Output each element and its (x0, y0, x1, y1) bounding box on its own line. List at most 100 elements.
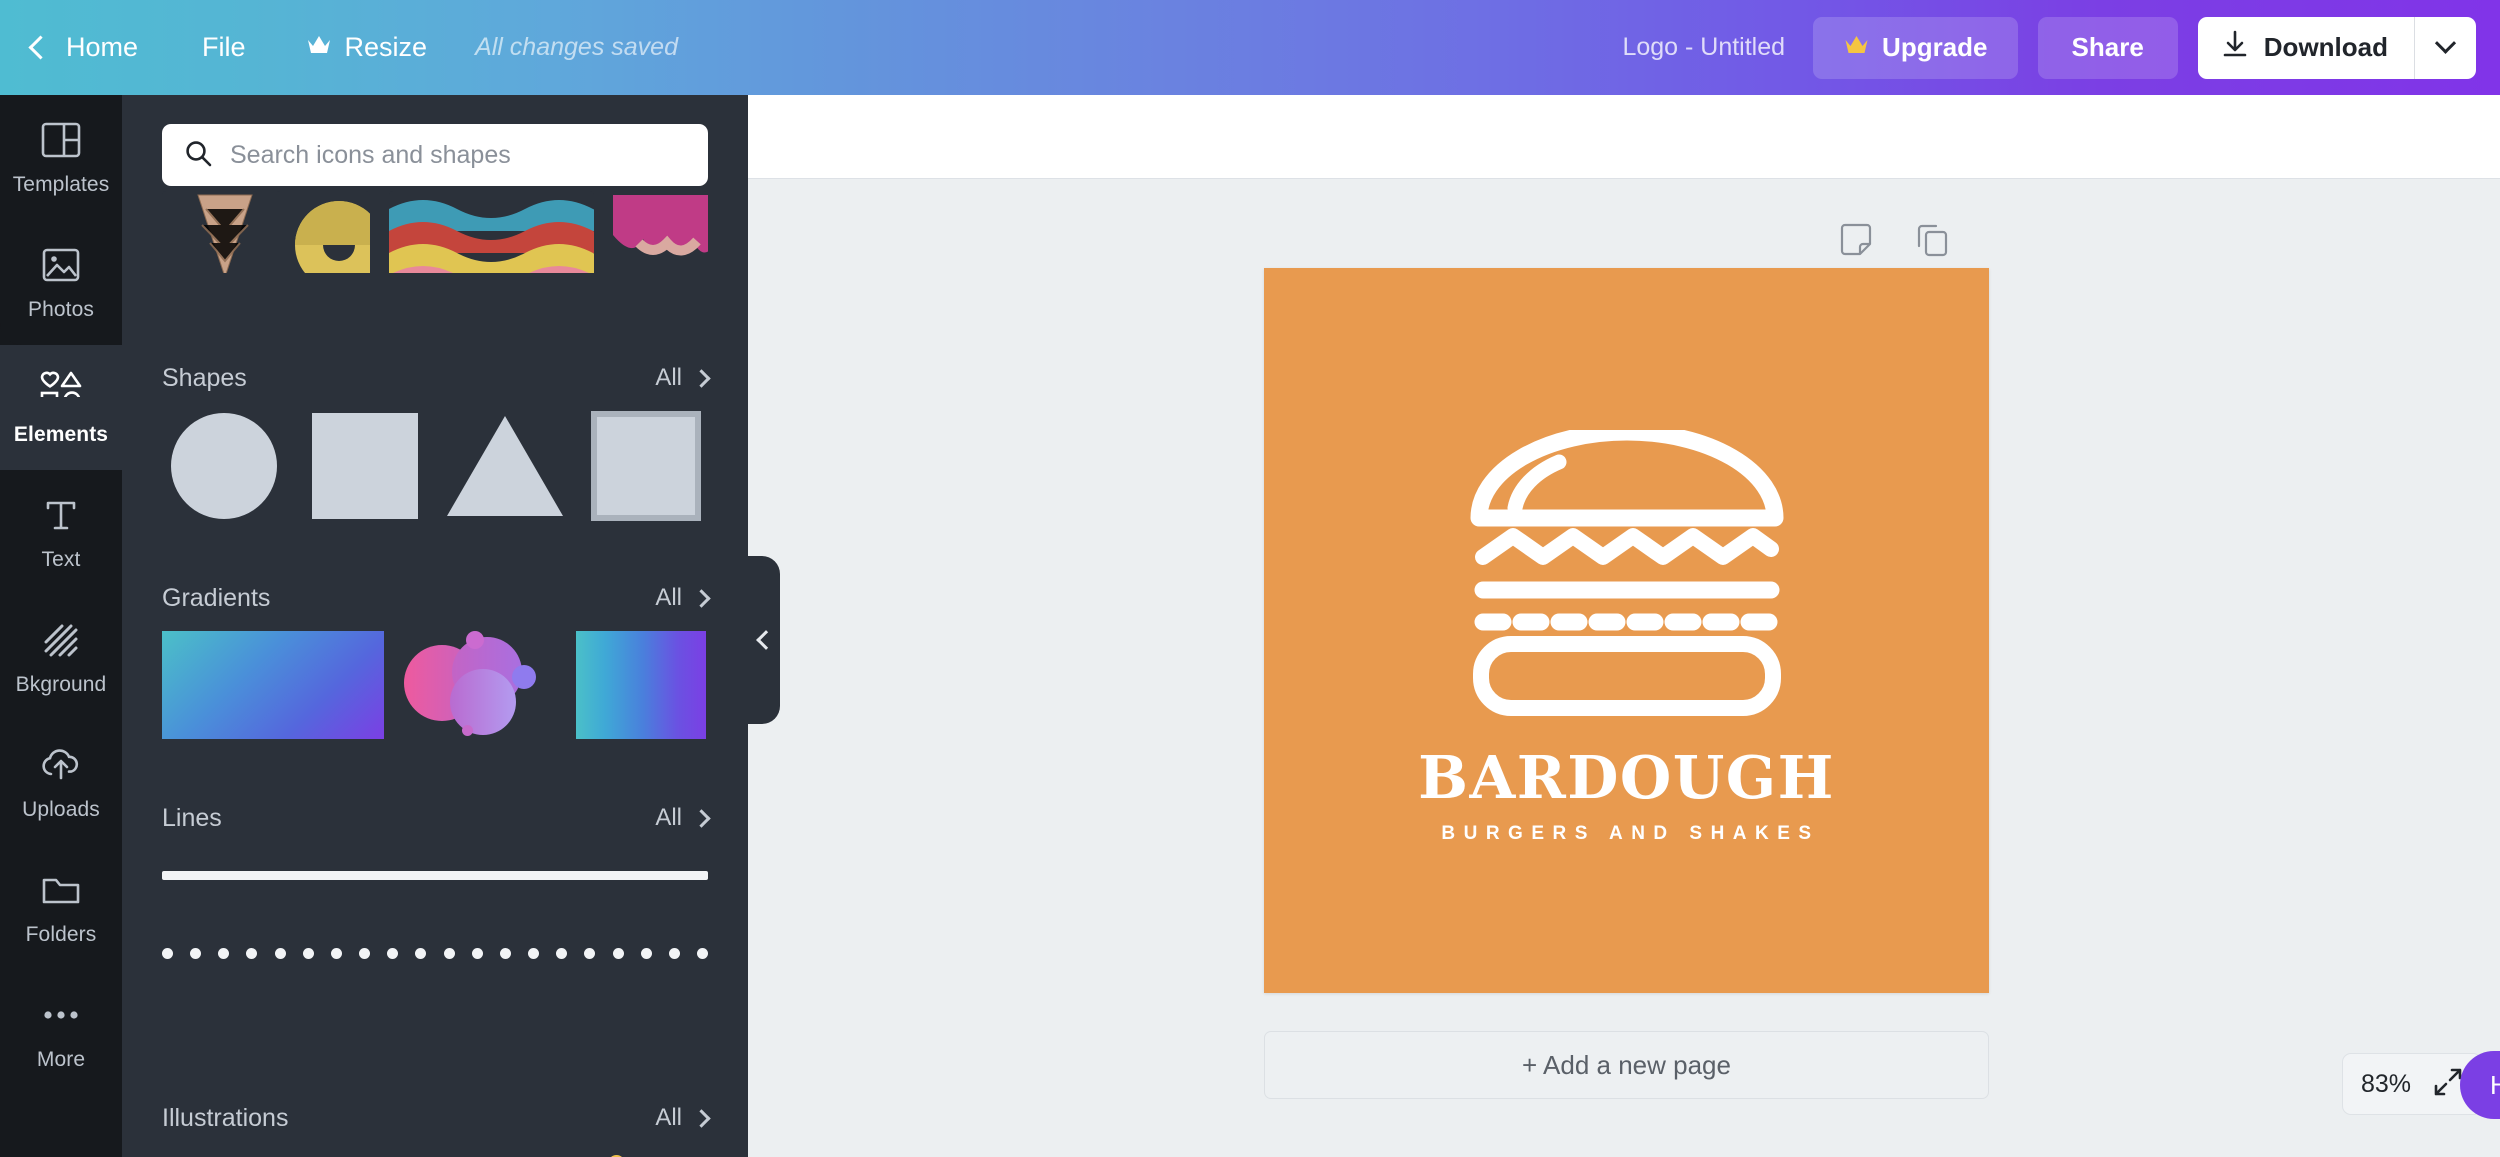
section-shapes: Shapes All (162, 355, 711, 521)
chevron-right-icon (692, 368, 711, 388)
elements-icon (38, 368, 84, 412)
panel-collapse-handle[interactable] (748, 556, 780, 724)
add-note-icon[interactable] (1838, 222, 1874, 258)
canvas-toolbar (748, 95, 2500, 179)
chevron-right-icon (692, 808, 711, 828)
add-new-page-button[interactable]: + Add a new page (1264, 1031, 1989, 1099)
chevron-down-icon (2434, 32, 2457, 54)
header-left-group: Home File Resize All changes saved (0, 0, 678, 95)
section-all-link-illustrations[interactable]: All (655, 1104, 711, 1132)
shape-triangle[interactable] (444, 411, 568, 521)
logo-tagline: BURGERS AND SHAKES (1441, 823, 1820, 844)
zoom-level: 83% (2361, 1069, 2412, 1098)
chevron-right-icon (692, 588, 711, 608)
logo-name: BARDOUGH (1418, 743, 1835, 812)
sidebar-item-more[interactable]: More (0, 970, 122, 1095)
resize-button[interactable]: Resize (276, 0, 458, 95)
sidebar-item-elements[interactable]: Elements (0, 323, 122, 470)
section-gradients: Gradients All (162, 575, 711, 739)
section-header-gradients: Gradients All (162, 575, 711, 621)
sidebar-item-text[interactable]: Text (0, 470, 122, 595)
section-all-link-shapes[interactable]: All (655, 364, 711, 392)
upgrade-button[interactable]: Upgrade (1813, 16, 2018, 79)
illustration-thumbnail-row (162, 191, 708, 273)
section-lines: Lines All (162, 795, 711, 1007)
file-label: File (202, 32, 246, 62)
shape-square[interactable] (303, 411, 427, 521)
illustration-confetti[interactable] (162, 1151, 708, 1157)
shape-list (162, 411, 708, 521)
sidebar-label-templates: Templates (12, 173, 110, 196)
gradient-list (162, 631, 708, 739)
thumbnail-donut[interactable] (275, 191, 371, 273)
chevron-left-icon (756, 630, 776, 650)
gradient-blob[interactable] (400, 631, 560, 739)
document-title[interactable]: Logo - Untitled (1622, 33, 1785, 62)
section-header-shapes: Shapes All (162, 355, 711, 401)
download-label: Download (2263, 32, 2388, 62)
line-solid (162, 870, 708, 880)
thumbnail-drip[interactable] (613, 191, 708, 273)
sidebar-label-folders: Folders (25, 923, 97, 946)
left-rail: Templates Photos Elements Text Bkground … (0, 95, 122, 1157)
search-input[interactable]: Search icons and shapes (162, 124, 708, 186)
line-dotted-row[interactable] (162, 899, 708, 1007)
crown-icon-gold (1843, 32, 1870, 63)
section-all-link-gradients[interactable]: All (655, 584, 711, 612)
sidebar-item-uploads[interactable]: Uploads (0, 720, 122, 845)
duplicate-page-icon[interactable] (1914, 222, 1950, 258)
photos-icon (38, 243, 84, 287)
section-title-lines: Lines (162, 803, 222, 832)
save-status: All changes saved (475, 33, 678, 61)
more-icon (38, 993, 84, 1037)
canva-editor-window: Home File Resize All changes saved Logo … (0, 0, 2500, 1157)
section-title-illustrations: Illustrations (162, 1103, 289, 1132)
logo-artwork: BARDOUGH BURGERS AND SHAKES (1264, 268, 1989, 993)
design-canvas[interactable]: BARDOUGH BURGERS AND SHAKES (1264, 268, 1989, 993)
sidebar-label-elements: Elements (13, 423, 109, 446)
section-header-lines: Lines All (162, 795, 711, 841)
templates-icon (38, 118, 84, 162)
sidebar-label-photos: Photos (28, 298, 94, 321)
help-label: Help (2490, 1069, 2500, 1100)
thumbnail-ice-cream[interactable] (162, 191, 257, 273)
home-button[interactable]: Home (26, 0, 172, 95)
sidebar-item-background[interactable]: Bkground (0, 595, 122, 720)
header-right-group: Logo - Untitled Upgrade Share Download (1622, 16, 2500, 79)
shape-frame[interactable] (584, 411, 708, 521)
home-label: Home (66, 32, 139, 62)
search-icon (184, 139, 212, 172)
sidebar-item-templates[interactable]: Templates (0, 95, 122, 220)
line-solid-row[interactable] (162, 851, 708, 899)
sidebar-label-text: Text (41, 548, 81, 571)
chevron-left-icon (28, 35, 53, 60)
elements-panel: Search icons and shapes Shapes All Gradi… (122, 95, 748, 1157)
all-label-lines: All (655, 804, 682, 831)
gradient-diagonal[interactable] (162, 631, 384, 739)
sidebar-item-folders[interactable]: Folders (0, 845, 122, 970)
section-all-link-lines[interactable]: All (655, 804, 711, 832)
sidebar-label-more: More (36, 1048, 86, 1071)
resize-label: Resize (344, 32, 428, 62)
download-button[interactable]: Download (2197, 16, 2414, 79)
all-label-illustrations: All (655, 1104, 682, 1131)
thumbnail-layered-cake[interactable] (389, 191, 595, 273)
download-group: Download (2197, 16, 2476, 79)
file-menu-button[interactable]: File (172, 0, 276, 95)
section-title-shapes: Shapes (162, 363, 247, 392)
page-tools-group (1838, 222, 1950, 258)
download-options-button[interactable] (2414, 16, 2476, 79)
shape-circle[interactable] (162, 411, 286, 521)
expand-icon[interactable] (2433, 1067, 2463, 1102)
share-button[interactable]: Share (2037, 16, 2178, 79)
share-label: Share (2071, 32, 2144, 62)
gradient-vertical-stripes[interactable] (576, 631, 706, 739)
section-header-illustrations: Illustrations All (162, 1095, 711, 1141)
sidebar-label-uploads: Uploads (22, 798, 100, 821)
all-label-gradients: All (655, 584, 682, 611)
line-dotted (162, 947, 708, 959)
download-icon (2222, 30, 2248, 65)
burger-icon (1467, 423, 1787, 730)
upgrade-label: Upgrade (1882, 32, 1988, 62)
section-title-gradients: Gradients (162, 583, 271, 612)
